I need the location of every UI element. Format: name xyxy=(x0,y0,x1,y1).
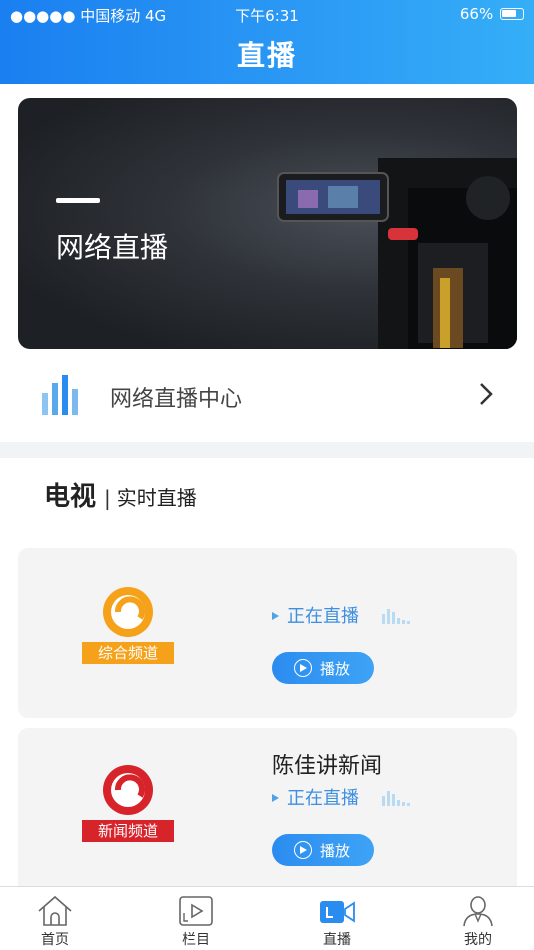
tab-live[interactable]: 直播 xyxy=(292,887,382,950)
live-status-text: 正在直播 xyxy=(287,606,359,627)
live-center-row[interactable]: 网络直播中心 xyxy=(0,349,534,442)
channel-logo: 新闻频道 xyxy=(82,765,174,842)
page-title: 直播 xyxy=(236,39,297,72)
tab-label: 栏目 xyxy=(182,932,210,948)
chevron-right-icon xyxy=(480,383,493,405)
equalizer-icon xyxy=(382,609,411,624)
play-button-label: 播放 xyxy=(320,842,351,860)
video-camera-image xyxy=(277,158,517,349)
channel-card[interactable]: 新闻频道 陈佳讲新闻 正在直播 播放 xyxy=(18,728,517,898)
live-status: 正在直播 xyxy=(272,602,412,628)
channel-logo-text: 综合频道 xyxy=(98,644,158,662)
live-top-section: 网络直播 网络直播中心 xyxy=(0,84,534,442)
tab-home[interactable]: 首页 xyxy=(10,887,100,950)
app-header: ●●●●● 中国移动 4G 下午6:31 66% 直播 xyxy=(0,0,534,84)
live-status-text: 正在直播 xyxy=(287,788,359,809)
bottom-tab-bar: 首页 栏目 直播 我的 xyxy=(0,886,534,950)
tab-columns[interactable]: 栏目 xyxy=(151,887,241,950)
banner-accent-bar xyxy=(56,198,100,203)
play-button[interactable]: 播放 xyxy=(272,834,374,866)
tab-label: 直播 xyxy=(323,932,351,948)
equalizer-icon xyxy=(382,791,411,806)
show-name: 陈佳讲新闻 xyxy=(272,754,383,779)
play-icon xyxy=(294,841,312,859)
play-icon xyxy=(294,659,312,677)
play-button[interactable]: 播放 xyxy=(272,652,374,684)
live-center-label: 网络直播中心 xyxy=(110,387,243,412)
play-button-label: 播放 xyxy=(320,660,351,678)
tab-label: 我的 xyxy=(464,932,492,948)
tv-separator: | xyxy=(104,486,111,510)
home-icon xyxy=(38,895,72,926)
live-indicator-icon xyxy=(272,612,279,620)
channel-logo: 综合频道 xyxy=(82,587,174,664)
signal-bars-icon xyxy=(42,375,78,415)
columns-icon xyxy=(179,896,213,926)
tv-heading: 电视 xyxy=(44,482,97,512)
channel-card[interactable]: 综合频道 正在直播 播放 xyxy=(18,548,517,718)
status-bar: ●●●●● 中国移动 4G 下午6:31 66% xyxy=(0,0,534,30)
live-status: 正在直播 xyxy=(272,784,412,810)
battery-icon xyxy=(500,8,524,20)
profile-icon xyxy=(463,896,493,927)
tv-subheading: 实时直播 xyxy=(116,486,197,510)
tab-profile[interactable]: 我的 xyxy=(433,887,523,950)
channel-logo-text: 新闻频道 xyxy=(98,822,158,840)
tv-header: 电视 | 实时直播 xyxy=(44,476,197,513)
live-indicator-icon xyxy=(272,794,279,802)
live-icon xyxy=(320,901,355,923)
tab-label: 首页 xyxy=(41,932,69,948)
live-banner[interactable]: 网络直播 xyxy=(18,98,517,349)
banner-title: 网络直播 xyxy=(56,231,169,264)
tv-section: 电视 | 实时直播 综合频道 正在直播 播放 新闻频道 陈佳讲新闻 正在直播 播… xyxy=(0,458,534,898)
status-time: 下午6:31 xyxy=(235,7,299,25)
status-right: 66% xyxy=(460,5,524,23)
battery-percent: 66% xyxy=(459,5,494,23)
